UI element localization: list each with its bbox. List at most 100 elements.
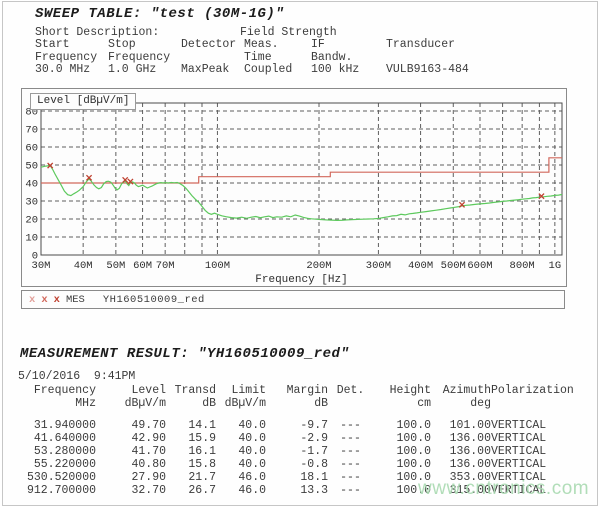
sweep-table-title: SWEEP TABLE: "test (30M-1G)" bbox=[35, 6, 284, 22]
y-tick-label: 60 bbox=[25, 143, 38, 155]
table-header-units-row-cell: dB bbox=[166, 397, 216, 410]
x-tick-label: 1G bbox=[549, 260, 562, 272]
table-row-cell: -0.8 bbox=[266, 458, 328, 471]
measurement-result-title: MEASUREMENT RESULT: "YH160510009_red" bbox=[20, 346, 349, 362]
x-tick-label: 300M bbox=[366, 260, 391, 272]
x-tick-label: 600M bbox=[467, 260, 492, 272]
table-row-cell: 46.0 bbox=[216, 484, 266, 497]
table-row-cell: 55.220000 bbox=[16, 458, 96, 471]
legend-trace-name: YH160510009_red bbox=[103, 294, 205, 306]
table-header-units-row-cell: deg bbox=[431, 397, 491, 410]
table-row-cell: 40.0 bbox=[216, 445, 266, 458]
y-tick-label: 10 bbox=[25, 233, 38, 245]
table-row-cell: 100.0 bbox=[373, 419, 431, 432]
table-header-units-row-cell: MHz bbox=[16, 397, 96, 410]
table-header-units-row-cell: cm bbox=[373, 397, 431, 410]
limit-line bbox=[41, 158, 562, 183]
x-tick-label: 400M bbox=[408, 260, 433, 272]
table-row-cell: 46.0 bbox=[216, 471, 266, 484]
x-tick-label: 200M bbox=[306, 260, 331, 272]
table-row-cell: --- bbox=[328, 419, 373, 432]
table-row: 53.28000041.7016.140.0-1.7---100.0136.00… bbox=[16, 445, 577, 458]
x-tick-label: 100M bbox=[205, 260, 230, 272]
table-header-units-row-cell bbox=[491, 397, 577, 410]
plot-border bbox=[41, 103, 562, 255]
table-row-cell: VERTICAL bbox=[491, 445, 577, 458]
table-row-cell: 40.0 bbox=[216, 458, 266, 471]
trace-marker-x-icon: x bbox=[29, 294, 35, 306]
sweep-column: StartFrequency30.0 MHz bbox=[35, 39, 97, 77]
trace-marker-x-icon: x bbox=[54, 294, 60, 306]
x-tick-label: 60M bbox=[133, 260, 152, 272]
table-row: 31.94000049.7014.140.0-9.7---100.0101.00… bbox=[16, 419, 577, 432]
table-header-row-cell: Transd bbox=[166, 384, 216, 397]
table-header-row-cell: Azimuth bbox=[431, 384, 491, 397]
table-row-cell: 41.640000 bbox=[16, 432, 96, 445]
table-row: 55.22000040.8015.840.0-0.8---100.0136.00… bbox=[16, 458, 577, 471]
trace-marker-x-icon: x bbox=[41, 294, 47, 306]
table-row-cell: 27.90 bbox=[96, 471, 166, 484]
y-tick-label: 20 bbox=[25, 215, 38, 227]
table-header-row-cell: Limit bbox=[216, 384, 266, 397]
table-row-cell: VERTICAL bbox=[491, 432, 577, 445]
table-header-row-cell: Det. bbox=[328, 384, 373, 397]
level-vs-frequency-plot: 30M40M50M60M70M100M200M300M400M500M600M8… bbox=[22, 89, 566, 286]
y-tick-label: 70 bbox=[25, 125, 38, 137]
table-row-cell: -2.9 bbox=[266, 432, 328, 445]
table-row-cell: --- bbox=[328, 484, 373, 497]
table-row-cell: VERTICAL bbox=[491, 458, 577, 471]
measurement-marker-x-icon bbox=[459, 202, 464, 207]
table-row-cell: --- bbox=[328, 471, 373, 484]
table-row-cell: -9.7 bbox=[266, 419, 328, 432]
table-row-cell: 40.0 bbox=[216, 432, 266, 445]
table-row-cell: --- bbox=[328, 445, 373, 458]
table-header-units-row: MHzdBµV/mdBdBµV/mdBcmdeg bbox=[16, 397, 577, 410]
sweep-column: StopFrequency1.0 GHz bbox=[108, 39, 170, 77]
table-row-cell: 15.9 bbox=[166, 432, 216, 445]
x-tick-label: 50M bbox=[106, 260, 125, 272]
table-header-row-cell: Frequency bbox=[16, 384, 96, 397]
table-row-cell: 15.8 bbox=[166, 458, 216, 471]
sweep-column: DetectorMaxPeak bbox=[181, 39, 236, 77]
table-row-cell: --- bbox=[328, 432, 373, 445]
measurement-timestamp: 5/10/2016 9:41PM bbox=[18, 370, 135, 383]
table-row-cell: 40.80 bbox=[96, 458, 166, 471]
table-row: 41.64000042.9015.940.0-2.9---100.0136.00… bbox=[16, 432, 577, 445]
table-row-cell: 49.70 bbox=[96, 419, 166, 432]
table-header-row-cell: Level bbox=[96, 384, 166, 397]
table-row-cell: 100.0 bbox=[373, 432, 431, 445]
table-header-units-row-cell bbox=[328, 397, 373, 410]
table-header-row: FrequencyLevelTransdLimitMarginDet.Heigh… bbox=[16, 384, 577, 397]
table-row-cell: 18.1 bbox=[266, 471, 328, 484]
table-row-cell: 136.00 bbox=[431, 432, 491, 445]
x-tick-label: 70M bbox=[156, 260, 175, 272]
table-row-cell: 530.520000 bbox=[16, 471, 96, 484]
sweep-column: Meas.TimeCoupled bbox=[244, 39, 292, 77]
table-spacer-row bbox=[16, 410, 577, 419]
x-tick-label: 800M bbox=[510, 260, 535, 272]
measured-trace bbox=[41, 166, 562, 221]
y-tick-label: 30 bbox=[25, 197, 38, 209]
sweep-column: IFBandw.100 kHz bbox=[311, 39, 359, 77]
y-tick-label: 40 bbox=[25, 179, 38, 191]
table-row-cell: -1.7 bbox=[266, 445, 328, 458]
table-row-cell: 100.0 bbox=[373, 445, 431, 458]
table-row-cell: 136.00 bbox=[431, 458, 491, 471]
table-row-cell: 40.0 bbox=[216, 419, 266, 432]
table-header-units-row-cell: dB bbox=[266, 397, 328, 410]
table-row-cell: 26.7 bbox=[166, 484, 216, 497]
table-header-units-row-cell: dBµV/m bbox=[216, 397, 266, 410]
table-row-cell: 21.7 bbox=[166, 471, 216, 484]
table-header-row-cell: Polarization bbox=[491, 384, 577, 397]
table-row-cell: 136.00 bbox=[431, 445, 491, 458]
table-row-cell: 41.70 bbox=[96, 445, 166, 458]
x-axis-title: Frequency [Hz] bbox=[255, 274, 347, 286]
table-row-cell: --- bbox=[328, 458, 373, 471]
x-tick-label: 40M bbox=[74, 260, 93, 272]
sweep-column: TransducerVULB9163-484 bbox=[386, 39, 469, 77]
table-header-units-row-cell: dBµV/m bbox=[96, 397, 166, 410]
level-chart: Level [dBµV/m] 30M40M50M60M70M100M200M30… bbox=[21, 88, 567, 287]
watermark: www.cntronics.com bbox=[418, 478, 589, 500]
chart-legend: x x x MES YH160510009_red bbox=[21, 290, 565, 309]
emc-test-report: { "sweep_table": { "title": "SWEEP TABLE… bbox=[0, 0, 600, 508]
